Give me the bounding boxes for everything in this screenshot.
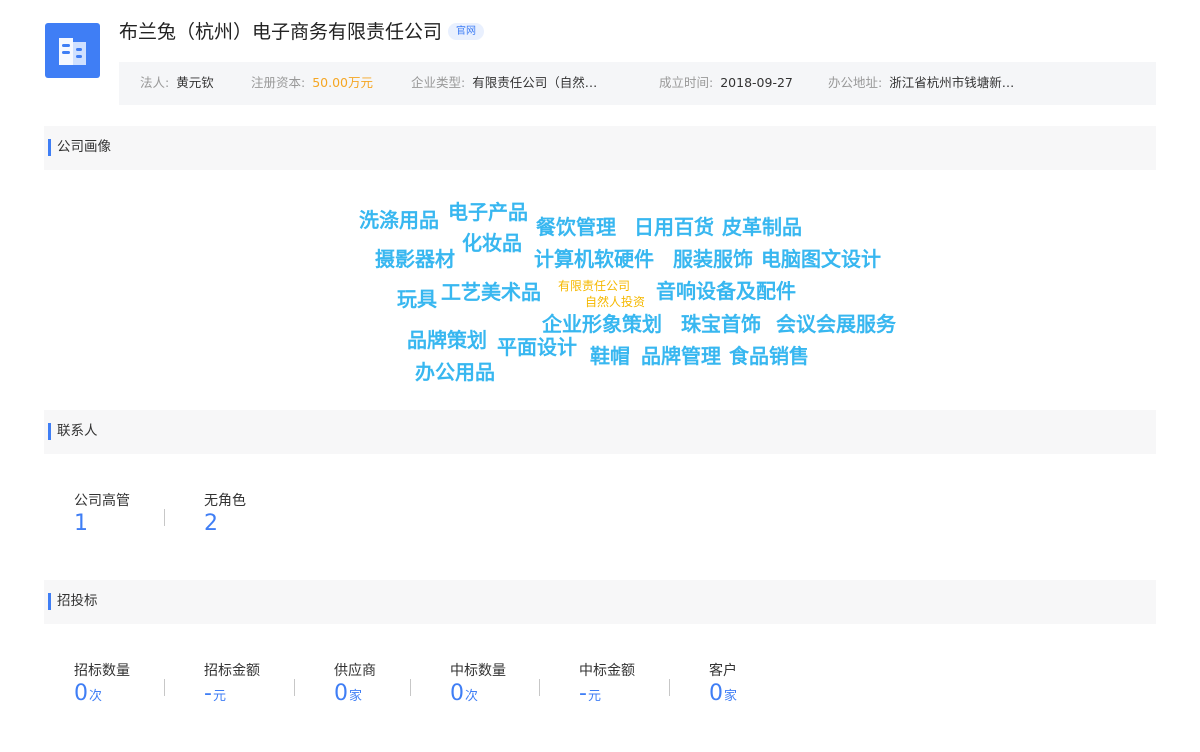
word-cloud-tag: 摄影器材 [375,247,455,271]
stat-value: 0 [450,681,464,706]
section-marker [48,139,51,156]
word-cloud-tag: 有限责任公司 [558,279,631,293]
stat-customers[interactable]: 客户 0家 [709,662,737,708]
stat-label: 中标数量 [450,663,506,679]
capital-value: 50.00万元 [312,75,374,90]
stat-unit: 次 [89,689,103,704]
address-item: 办公地址: 浙江省杭州市钱塘新… [828,62,1014,103]
company-type-label: 企业类型: [411,75,466,90]
stat-label: 招标金额 [204,663,260,679]
stat-executives[interactable]: 公司高管 1 [74,492,130,538]
capital-label: 注册资本: [251,75,306,90]
word-cloud-tag: 洗涤用品 [359,208,439,232]
word-cloud-tag: 鞋帽 [590,344,630,368]
founded-item: 成立时间: 2018-09-27 [659,62,793,103]
stat-divider [164,679,165,696]
word-cloud-tag: 服装服饰 [673,247,753,271]
official-site-tag[interactable]: 官网 [448,23,485,40]
stat-label: 客户 [709,663,737,679]
stat-label: 无角色 [204,493,246,509]
word-cloud-tag: 自然人投资 [585,295,646,309]
stat-divider [410,679,411,696]
stat-value: 2 [204,511,218,536]
address-value: 浙江省杭州市钱塘新… [889,75,1015,90]
stat-unit: 元 [587,689,601,704]
stat-value: - [579,681,587,706]
founded-label: 成立时间: [659,75,714,90]
word-cloud-tag: 玩具 [397,287,437,311]
legal-rep-label: 法人: [140,75,170,90]
word-cloud-tag: 电脑图文设计 [761,247,881,271]
stat-value: 1 [74,511,88,536]
stat-unit: 元 [212,689,226,704]
stat-label: 供应商 [334,663,376,679]
stat-award-count[interactable]: 中标数量 0次 [450,662,506,708]
word-cloud-tag: 平面设计 [497,335,577,359]
stat-label: 中标金额 [579,663,635,679]
stat-label: 招标数量 [74,663,130,679]
legal-rep-item: 法人: 黄元钦 [140,62,214,103]
word-cloud-tag: 企业形象策划 [542,312,662,336]
bidding-section-header: 招投标 [44,580,1156,624]
word-cloud-tag: 工艺美术品 [441,280,541,304]
word-cloud-tag: 食品销售 [729,344,809,368]
stat-unit: 次 [465,689,479,704]
stat-tender-count[interactable]: 招标数量 0次 [74,662,130,708]
word-cloud-tag: 餐饮管理 [536,215,616,239]
portrait-section-title: 公司画像 [57,139,111,155]
stat-divider [539,679,540,696]
word-cloud-tag: 办公用品 [415,360,495,384]
stat-value: 0 [709,681,723,706]
company-name: 布兰兔（杭州）电子商务有限责任公司 官网 [119,19,485,45]
word-cloud-tag: 日用百货 [634,215,714,239]
founded-value: 2018-09-27 [720,75,793,90]
word-cloud-tag: 皮革制品 [722,215,802,239]
address-label: 办公地址: [828,75,883,90]
bidding-section-title: 招投标 [57,593,98,609]
legal-rep-value[interactable]: 黄元钦 [176,75,214,90]
portrait-word-cloud: 洗涤用品 电子产品 餐饮管理 日用百货 皮革制品 化妆品 摄影器材 计算机软硬件… [0,170,1200,410]
word-cloud-tag: 化妆品 [462,231,522,255]
stat-unit: 家 [724,689,738,704]
stat-suppliers[interactable]: 供应商 0家 [334,662,376,708]
contacts-section-title: 联系人 [57,423,98,439]
word-cloud-tag: 会议会展服务 [776,312,896,336]
word-cloud-tag: 品牌策划 [407,328,487,352]
company-name-text: 布兰兔（杭州）电子商务有限责任公司 [119,21,443,43]
contacts-section-header: 联系人 [44,410,1156,454]
portrait-section-header: 公司画像 [44,126,1156,170]
word-cloud-tag: 电子产品 [448,200,528,224]
section-marker [48,593,51,610]
section-marker [48,423,51,440]
company-type-value: 有限责任公司（自然… [472,75,598,90]
stat-divider [669,679,670,696]
stat-tender-amount[interactable]: 招标金额 -元 [204,662,260,708]
stat-divider [294,679,295,696]
company-logo [45,23,100,78]
word-cloud-tag: 音响设备及配件 [656,279,796,303]
basic-info-bar: 法人: 黄元钦 注册资本: 50.00万元 企业类型: 有限责任公司（自然… 成立时间… [119,62,1156,105]
stat-unit: 家 [349,689,363,704]
company-type-item: 企业类型: 有限责任公司（自然… [411,62,597,103]
building-icon [59,38,86,65]
stat-award-amount[interactable]: 中标金额 -元 [579,662,635,708]
stat-no-role[interactable]: 无角色 2 [204,492,246,538]
word-cloud-tag: 珠宝首饰 [681,312,761,336]
stat-divider [164,509,165,526]
word-cloud-tag: 品牌管理 [641,344,721,368]
stat-value: - [204,681,212,706]
stat-value: 0 [74,681,88,706]
stat-label: 公司高管 [74,493,130,509]
stat-value: 0 [334,681,348,706]
capital-item: 注册资本: 50.00万元 [251,62,373,103]
word-cloud-tag: 计算机软硬件 [534,247,654,271]
